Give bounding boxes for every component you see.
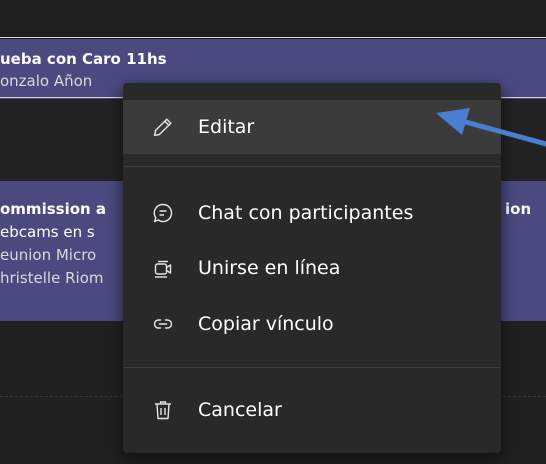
event-title: ueba con Caro 11hs [0, 50, 167, 68]
event-line: ebcams en s [0, 223, 95, 241]
menu-item-chat[interactable]: Chat con participantes [123, 186, 501, 240]
video-join-icon [151, 256, 175, 280]
event-title: ommission a [0, 200, 107, 218]
menu-item-label: Editar [198, 116, 255, 138]
menu-item-cancel[interactable]: Cancelar [123, 383, 501, 437]
event-location: eunion Micro [0, 246, 97, 264]
calendar-header-row [0, 0, 546, 37]
event-organizer: hristelle Riom [0, 269, 104, 287]
menu-item-copy-link[interactable]: Copiar vínculo [123, 297, 501, 351]
link-icon [151, 312, 175, 336]
divider [0, 37, 546, 38]
event-title-right: ion [505, 200, 532, 218]
menu-item-label: Unirse en línea [198, 257, 341, 279]
menu-item-join[interactable]: Unirse en línea [123, 241, 501, 295]
context-menu: Editar Chat con participantes Unirse en … [123, 83, 501, 453]
trash-icon [151, 398, 175, 422]
pencil-icon [151, 115, 175, 139]
menu-item-edit[interactable]: Editar [123, 100, 501, 154]
menu-separator [123, 166, 501, 167]
menu-item-label: Chat con participantes [198, 202, 414, 224]
chat-icon [151, 201, 175, 225]
menu-item-label: Cancelar [198, 399, 282, 421]
event-organizer: onzalo Añon [0, 72, 93, 90]
menu-separator [123, 367, 501, 368]
menu-item-label: Copiar vínculo [198, 313, 334, 335]
